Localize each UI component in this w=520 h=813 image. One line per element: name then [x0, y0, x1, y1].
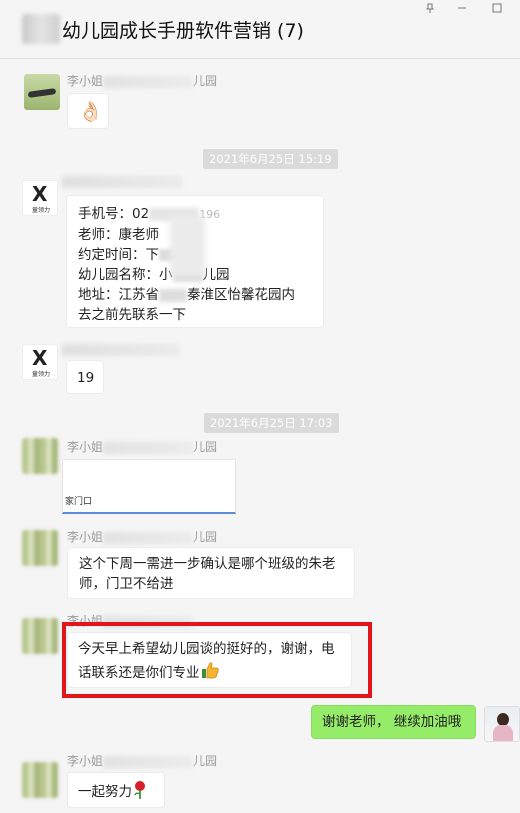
redacted-region [103, 755, 194, 768]
ok-hand-emoji: 👌🏻 [78, 99, 103, 123]
timestamp: 2021年6月25日 17:03 [204, 413, 339, 433]
sender-name-suffix: 儿园 [193, 754, 218, 768]
avatar-logo-text: 童领力 [31, 371, 50, 378]
rose-icon [132, 780, 148, 806]
highlight-box [62, 622, 372, 698]
sender-name-text: 李小姐 [67, 440, 104, 454]
message-line-kindergarten-suffix: 儿园 [202, 267, 230, 283]
message-line-phone: 手机号：02 [78, 206, 150, 222]
redacted-region [103, 441, 194, 454]
sender-name-suffix: 儿园 [193, 530, 218, 544]
redacted-region [170, 216, 205, 276]
chat-title-bar: 幼儿园成长手册软件营销 (7) [0, 0, 520, 59]
message-line-time: 约定时间：下 [78, 247, 159, 263]
avatar[interactable] [22, 618, 58, 654]
message-line-address-suffix: 秦淮区怡馨花园内 [187, 287, 295, 303]
pin-icon[interactable] [420, 0, 440, 16]
sender-name-suffix: 儿园 [193, 74, 218, 88]
redacted-region [62, 344, 180, 356]
avatar[interactable] [22, 438, 58, 474]
avatar-body [493, 725, 513, 741]
logo-icon: X [32, 346, 48, 370]
sender-name-text: 李小姐 [67, 754, 104, 768]
minimize-icon[interactable] [452, 0, 472, 16]
message-bubble-mine[interactable]: 谢谢老师， 继续加油哦 [311, 705, 476, 739]
sender-name: 李小姐 儿园 [67, 752, 217, 769]
avatar[interactable] [22, 762, 58, 798]
message-line-address: 地址：江苏省 [78, 287, 159, 303]
message-bubble[interactable]: 19 [66, 360, 104, 394]
sender-name: 李小姐 儿园 [67, 438, 217, 455]
redacted-region [103, 531, 194, 544]
message-bubble[interactable]: 这个下周一需进一步确认是哪个班级的朱老师，门卫不给进 [67, 547, 355, 599]
message-line: 地址：江苏省 秦淮区怡馨花园内 [78, 285, 312, 305]
message-bubble[interactable]: 一起努力 [67, 772, 165, 808]
avatar[interactable]: X 童领力 [22, 344, 58, 380]
message-text: 一起努力 [78, 784, 132, 800]
avatar-logo-text: 童领力 [31, 207, 50, 214]
avatar[interactable] [22, 530, 58, 566]
sender-name-suffix: 儿园 [193, 440, 218, 454]
redacted-region [159, 288, 187, 302]
redacted-region [62, 176, 182, 188]
message-line: 去之前先联系一下 [78, 307, 186, 323]
avatar[interactable] [24, 74, 60, 110]
message-bubble[interactable]: 👌🏻 [67, 93, 109, 129]
avatar[interactable]: X 童领力 [22, 180, 58, 216]
sender-name-text: 李小姐 [67, 530, 104, 544]
timestamp: 2021年6月25日 15:19 [203, 149, 338, 169]
sender-name-text: 李小姐 [67, 74, 104, 88]
chat-title: 幼儿园成长手册软件营销 (7) [62, 20, 304, 42]
redacted-region [103, 75, 194, 88]
sender-name: 李小姐 儿园 [67, 72, 217, 89]
link-card-text: 家门口 [65, 497, 93, 507]
message-line-kindergarten: 幼儿园名称：小 [78, 267, 173, 283]
maximize-icon[interactable] [487, 0, 507, 16]
logo-icon: X [32, 182, 48, 206]
redacted-region [22, 14, 60, 44]
scrollbar[interactable] [513, 60, 520, 813]
link-card[interactable]: 家门口 [62, 459, 236, 514]
sender-name: 李小姐 儿园 [67, 528, 217, 545]
